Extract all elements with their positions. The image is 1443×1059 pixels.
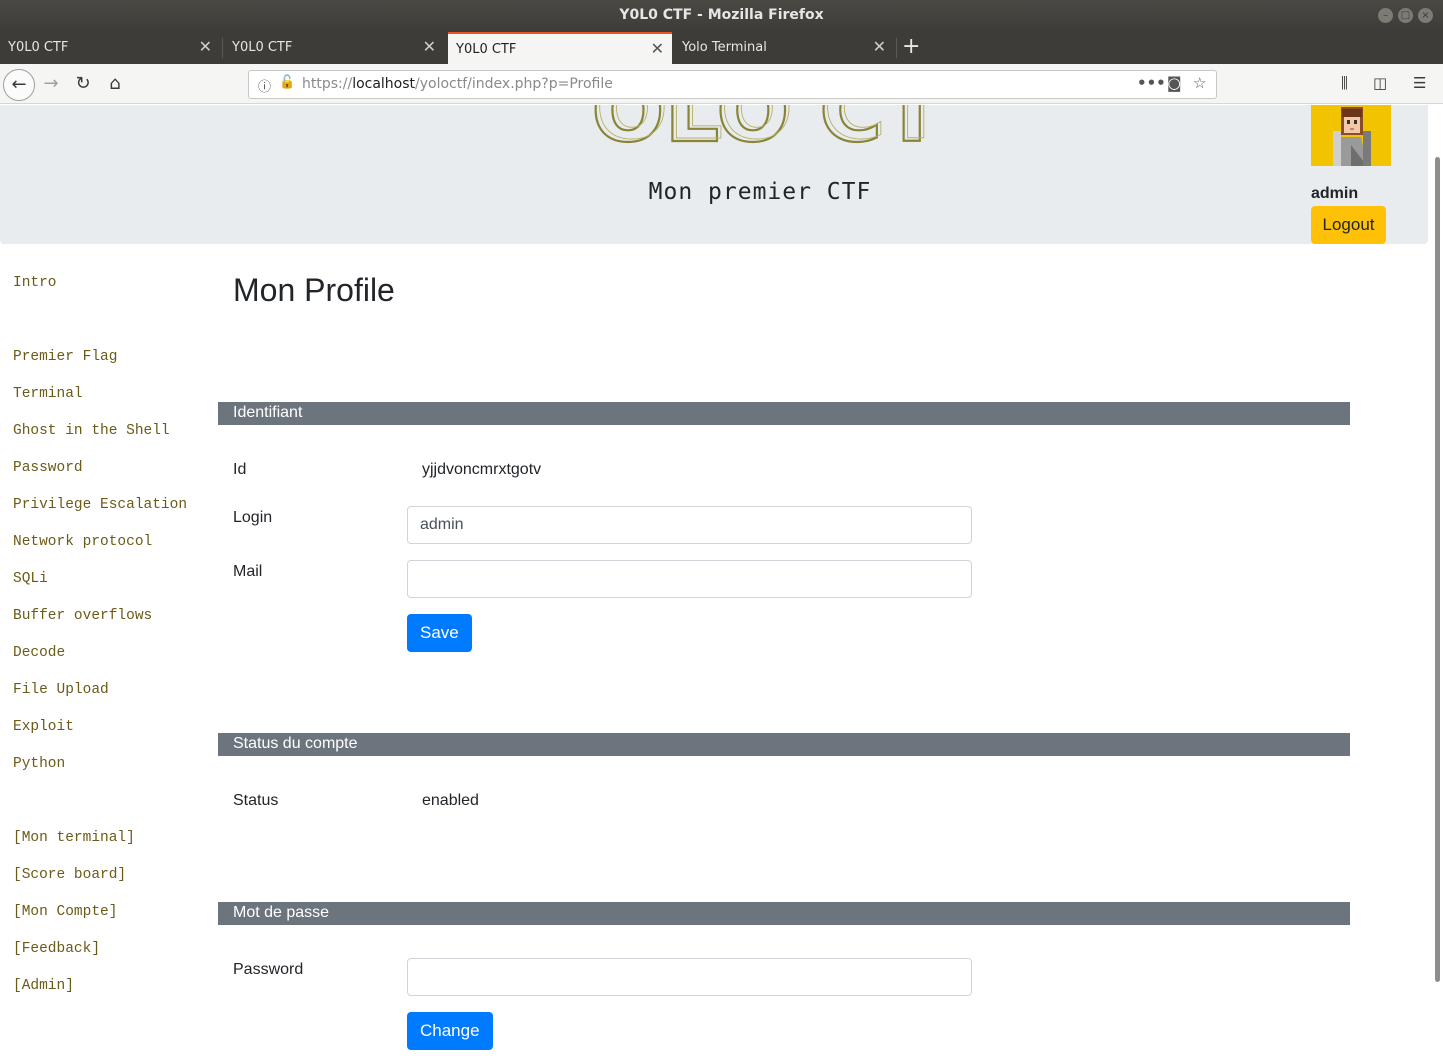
- tab-label: Yolo Terminal: [682, 40, 767, 55]
- tab-separator: [222, 38, 223, 58]
- sidebar-item-decode[interactable]: Decode: [13, 645, 65, 661]
- url-text[interactable]: https://localhost/yoloctf/index.php?p=Pr…: [302, 76, 613, 92]
- tab-close-icon[interactable]: ✕: [873, 37, 886, 56]
- pocket-icon[interactable]: ◙: [1167, 74, 1182, 92]
- window-title: Y0L0 CTF - Mozilla Firefox: [619, 7, 824, 23]
- change-password-button[interactable]: Change: [407, 1012, 493, 1050]
- sidebar-item-privilege-escalation[interactable]: Privilege Escalation: [13, 497, 187, 513]
- library-icon[interactable]: ⫼: [1341, 74, 1348, 92]
- logo-inner-line: YOLO CTF: [586, 105, 946, 147]
- password-label: Password: [233, 961, 304, 978]
- sidebar-item-intro[interactable]: Intro: [13, 275, 57, 291]
- tab-yolo-ctf-1[interactable]: Y0L0 CTF ✕: [0, 32, 220, 64]
- tab-strip: Y0L0 CTF ✕ Y0L0 CTF ✕ Y0L0 CTF ✕ Yolo Te…: [0, 32, 1443, 64]
- sidebar-item-feedback[interactable]: [Feedback]: [13, 941, 100, 957]
- tab-label: Y0L0 CTF: [8, 40, 69, 55]
- sidebar-item-terminal[interactable]: Terminal: [13, 386, 83, 402]
- status-value: enabled: [422, 792, 479, 809]
- tab-yolo-terminal[interactable]: Yolo Terminal ✕: [674, 32, 894, 64]
- maximize-icon[interactable]: □: [1398, 8, 1413, 23]
- sidebar-item-password[interactable]: Password: [13, 460, 83, 476]
- url-path: /yoloctf/index.php?p=Profile: [415, 76, 613, 92]
- sidebar-item-mon-compte[interactable]: [Mon Compte]: [13, 904, 117, 920]
- tab-yolo-ctf-2[interactable]: Y0L0 CTF ✕: [224, 32, 444, 64]
- username: admin: [1311, 185, 1359, 202]
- sidebar-item-network-protocol[interactable]: Network protocol: [13, 534, 152, 550]
- sidebar-item-ghost-in-the-shell[interactable]: Ghost in the Shell: [13, 423, 170, 439]
- mail-label: Mail: [233, 563, 263, 580]
- scrollbar-thumb[interactable]: [1435, 157, 1440, 982]
- close-window-icon[interactable]: ×: [1418, 8, 1433, 23]
- page-scrollbar[interactable]: [1432, 105, 1443, 1059]
- back-icon[interactable]: ←: [3, 69, 35, 101]
- site-header: YOLO CTF YOLO CTF Mon premier CTF admin …: [0, 105, 1428, 244]
- status-label: Status: [233, 792, 279, 809]
- sidebar-item-file-upload[interactable]: File Upload: [13, 682, 109, 698]
- logout-button[interactable]: Logout: [1311, 206, 1386, 244]
- page-title: Mon Profile: [233, 272, 395, 308]
- insecure-lock-icon[interactable]: 🔓: [279, 75, 295, 90]
- tab-yolo-ctf-active[interactable]: Y0L0 CTF ✕: [448, 32, 672, 64]
- sidebar-icon[interactable]: ◫: [1373, 74, 1387, 92]
- tab-close-icon[interactable]: ✕: [423, 37, 436, 56]
- sidebar-item-score-board[interactable]: [Score board]: [13, 867, 126, 883]
- minimize-icon[interactable]: –: [1378, 8, 1393, 23]
- tab-label: Y0L0 CTF: [232, 40, 293, 55]
- section-header-identifiant: Identifiant: [218, 402, 1350, 425]
- section-header-mot-de-passe: Mot de passe: [218, 902, 1350, 925]
- url-host: localhost: [352, 76, 416, 92]
- url-prefix: https://: [302, 76, 353, 92]
- forward-icon[interactable]: →: [37, 70, 65, 98]
- id-value: yjjdvoncmrxtgotv: [422, 461, 542, 478]
- avatar: [1311, 105, 1391, 166]
- avatar-icon: [1311, 105, 1391, 166]
- sidebar-item-sqli[interactable]: SQLi: [13, 571, 48, 587]
- reload-icon[interactable]: ↻: [69, 70, 97, 98]
- tab-label: Y0L0 CTF: [456, 42, 517, 57]
- tab-close-icon[interactable]: ✕: [199, 37, 212, 56]
- login-label: Login: [233, 509, 273, 526]
- mail-input[interactable]: [407, 560, 972, 598]
- tab-close-icon[interactable]: ✕: [651, 39, 664, 58]
- new-tab-icon[interactable]: +: [902, 34, 920, 59]
- url-bar[interactable]: ⓘ 🔓 https://localhost/yoloctf/index.php?…: [248, 70, 1217, 99]
- login-input[interactable]: [407, 506, 972, 544]
- save-button[interactable]: Save: [407, 614, 472, 652]
- sidebar-item-admin[interactable]: [Admin]: [13, 978, 74, 994]
- yolo-ctf-logo: YOLO CTF YOLO CTF: [586, 105, 946, 147]
- sidebar-item-mon-terminal[interactable]: [Mon terminal]: [13, 830, 135, 846]
- info-icon[interactable]: ⓘ: [258, 76, 271, 95]
- menu-icon[interactable]: ☰: [1413, 74, 1426, 92]
- home-icon[interactable]: ⌂: [101, 70, 129, 98]
- page-viewport: YOLO CTF YOLO CTF Mon premier CTF admin …: [0, 105, 1443, 1059]
- section-header-status: Status du compte: [218, 733, 1350, 756]
- site-subtitle: Mon premier CTF: [648, 179, 872, 205]
- id-label: Id: [233, 461, 247, 478]
- bookmark-star-icon[interactable]: ☆: [1193, 74, 1206, 92]
- sidebar-item-python[interactable]: Python: [13, 756, 65, 772]
- sidebar-item-exploit[interactable]: Exploit: [13, 719, 74, 735]
- sidebar-item-premier-flag[interactable]: Premier Flag: [13, 349, 117, 365]
- window-titlebar: Y0L0 CTF - Mozilla Firefox – □ ×: [0, 0, 1443, 32]
- more-icon[interactable]: •••: [1137, 74, 1166, 92]
- tab-separator: [896, 38, 897, 58]
- password-input[interactable]: [407, 958, 972, 996]
- sidebar-item-buffer-overflows[interactable]: Buffer overflows: [13, 608, 152, 624]
- navigation-toolbar: ← → ↻ ⌂ ⓘ 🔓 https://localhost/yoloctf/in…: [0, 64, 1443, 104]
